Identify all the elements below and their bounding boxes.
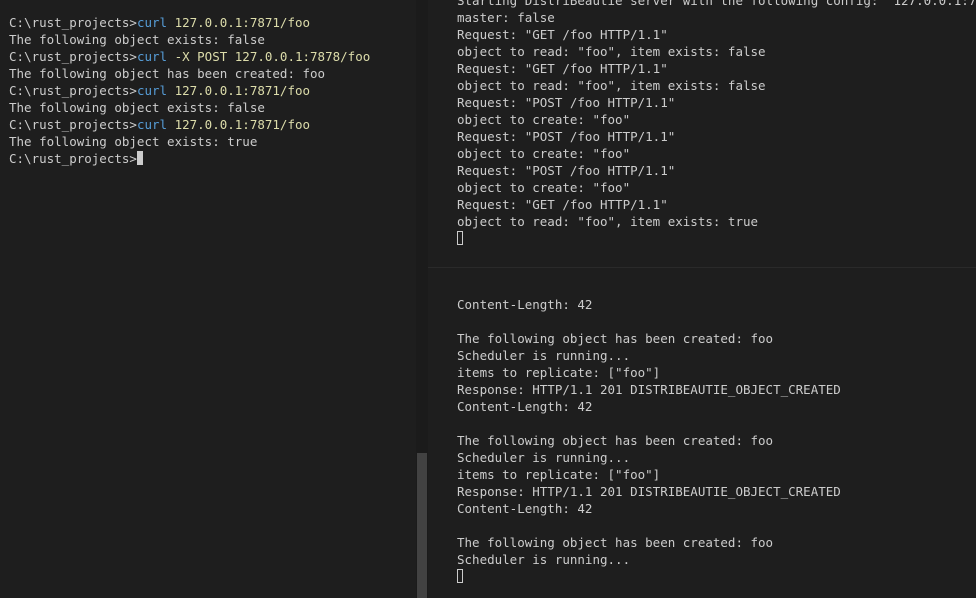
right-bottom-terminal-output: Content-Length: 42 The following object h… xyxy=(457,296,976,585)
prompt-text: C:\rust_projects> xyxy=(9,49,137,64)
output-line: object to read: "foo", item exists: fals… xyxy=(457,78,766,93)
text-cursor xyxy=(457,231,463,245)
output-line: object to create: "foo" xyxy=(457,180,631,195)
output-line: The following object exists: false xyxy=(9,100,265,115)
output-line: object to read: "foo", item exists: fals… xyxy=(457,44,766,59)
command-name: curl xyxy=(136,83,168,98)
command-args: 127.0.0.1:7871/foo xyxy=(167,117,311,132)
output-line: Response: HTTP/1.1 201 DISTRIBEAUTIE_OBJ… xyxy=(457,484,841,499)
command-line: C:\rust_projects>curl 127.0.0.1:7871/foo xyxy=(9,14,416,31)
prompt-text: C:\rust_projects> xyxy=(9,83,137,98)
output-line: Scheduler is running... xyxy=(457,552,631,567)
output-line: object to create: "foo" xyxy=(457,146,631,161)
prompt-text: C:\rust_projects> xyxy=(9,117,137,132)
prompt-text: C:\rust_projects> xyxy=(9,15,137,30)
output-line: Content-Length: 42 xyxy=(457,399,593,414)
output-line: Request: "GET /foo HTTP/1.1" xyxy=(457,197,668,212)
output-line: master: false xyxy=(457,10,555,25)
output-line: The following object has been created: f… xyxy=(457,331,774,346)
command-line: C:\rust_projects>curl 127.0.0.1:7871/foo xyxy=(9,116,416,133)
left-terminal-output: C:\rust_projects>curl 127.0.0.1:7871/foo… xyxy=(9,14,416,167)
output-line: items to replicate: ["foo"] xyxy=(457,365,661,380)
command-line: C:\rust_projects>curl -X POST 127.0.0.1:… xyxy=(9,48,416,65)
cursor-line[interactable] xyxy=(457,568,976,585)
command-name: curl xyxy=(136,15,168,30)
scrollbar-thumb[interactable] xyxy=(417,453,427,598)
prompt-text: C:\rust_projects> xyxy=(9,151,137,166)
command-args: 127.0.0.1:7871/foo xyxy=(167,15,311,30)
command-line: C:\rust_projects>curl 127.0.0.1:7871/foo xyxy=(9,82,416,99)
command-args: 127.0.0.1:7871/foo xyxy=(167,83,311,98)
right-terminal-pane[interactable]: Starting DistriBeautie server with the f… xyxy=(428,0,976,598)
output-line: Content-Length: 42 xyxy=(457,501,593,516)
output-line: items to replicate: ["foo"] xyxy=(457,467,661,482)
output-line: Scheduler is running... xyxy=(457,450,631,465)
output-line: The following object has been created: f… xyxy=(457,535,774,550)
output-line: Request: "GET /foo HTTP/1.1" xyxy=(457,61,668,76)
output-line: Request: "GET /foo HTTP/1.1" xyxy=(457,27,668,42)
output-line: Scheduler is running... xyxy=(457,348,631,363)
output-line: Starting DistriBeautie server with the f… xyxy=(457,0,976,8)
left-terminal-pane[interactable]: C:\rust_projects>curl 127.0.0.1:7871/foo… xyxy=(0,0,416,598)
command-args: -X POST 127.0.0.1:7878/foo xyxy=(167,49,371,64)
output-line: Request: "POST /foo HTTP/1.1" xyxy=(457,95,676,110)
output-line: object to create: "foo" xyxy=(457,112,631,127)
output-line: Request: "POST /foo HTTP/1.1" xyxy=(457,163,676,178)
output-line: Response: HTTP/1.1 201 DISTRIBEAUTIE_OBJ… xyxy=(457,382,841,397)
output-line xyxy=(457,415,976,432)
cursor-line[interactable] xyxy=(457,230,976,247)
text-cursor xyxy=(136,151,143,165)
output-line: The following object exists: false xyxy=(9,32,265,47)
output-line xyxy=(457,517,976,534)
terminal-split-separator[interactable] xyxy=(428,267,976,268)
output-line: The following object has been created: f… xyxy=(457,433,774,448)
command-name: curl xyxy=(136,49,168,64)
output-line xyxy=(457,313,976,330)
active-prompt-line[interactable]: C:\rust_projects> xyxy=(9,150,416,167)
output-line: Content-Length: 42 xyxy=(457,297,593,312)
right-top-terminal-output: Starting DistriBeautie server with the f… xyxy=(457,0,976,247)
output-line: The following object has been created: f… xyxy=(9,66,326,81)
text-cursor xyxy=(457,569,463,583)
output-line: The following object exists: true xyxy=(9,134,258,149)
output-line: Request: "POST /foo HTTP/1.1" xyxy=(457,129,676,144)
output-line: object to read: "foo", item exists: true xyxy=(457,214,759,229)
command-name: curl xyxy=(136,117,168,132)
